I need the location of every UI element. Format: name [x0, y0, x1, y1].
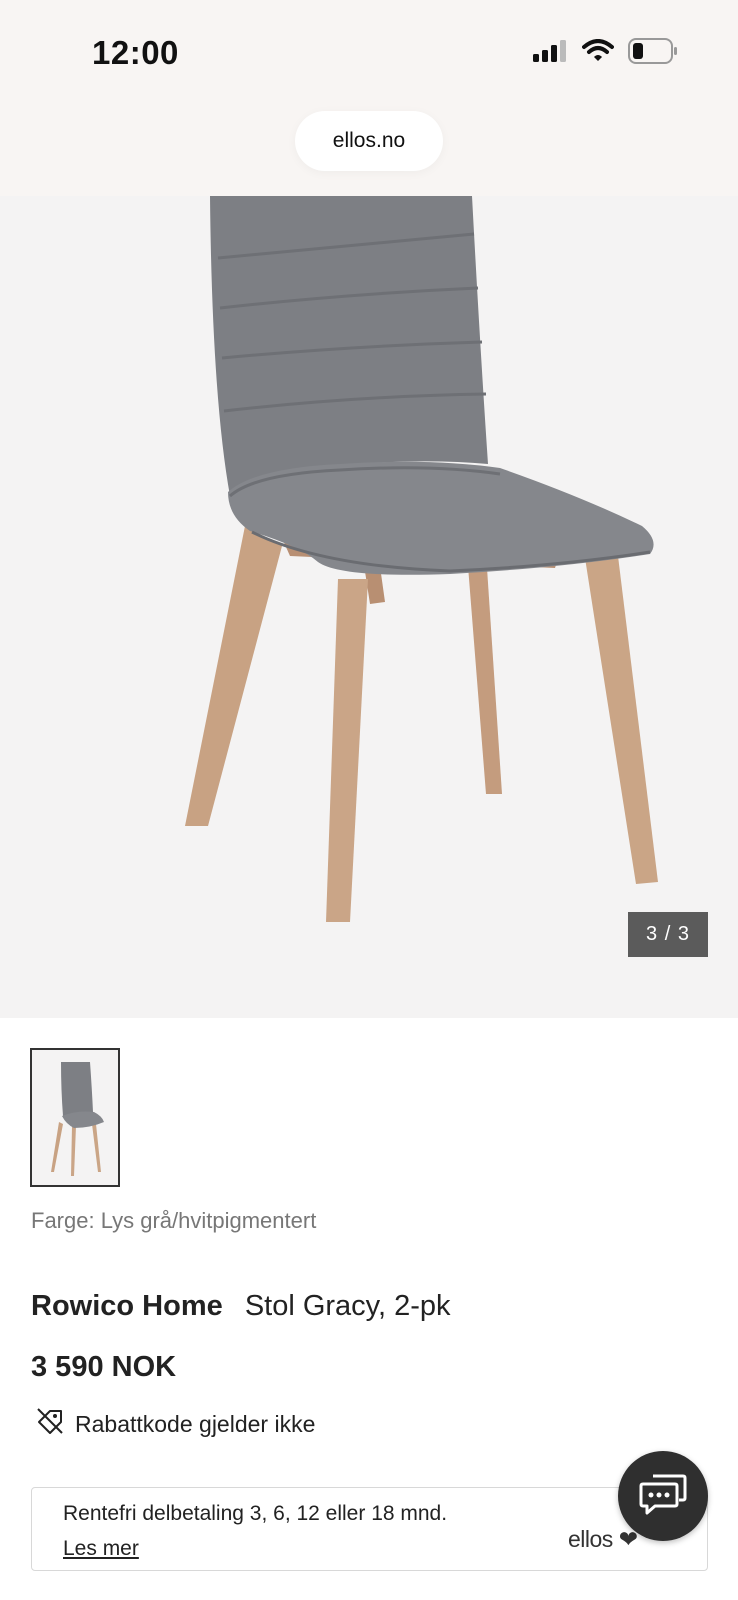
ellos-logo: ellos ❤ [568, 1526, 638, 1552]
chat-button[interactable] [618, 1451, 708, 1541]
color-label: Farge: Lys grå/hvitpigmentert [31, 1208, 317, 1233]
product-image-carousel[interactable]: 3 / 3 [0, 196, 738, 1018]
url-text: ellos.no [332, 129, 406, 152]
chat-bubble-icon [639, 1472, 687, 1521]
wifi-icon [582, 39, 614, 68]
product-brand[interactable]: Rowico Home [31, 1290, 223, 1322]
product-name: Stol Gracy, 2-pk [244, 1290, 451, 1322]
image-counter: 3 / 3 [628, 912, 708, 957]
read-more-link[interactable]: Les mer [63, 1537, 139, 1561]
battery-icon [628, 38, 678, 69]
thumbnail-selected[interactable] [30, 1048, 120, 1187]
chair-thumbnail-image [51, 1062, 104, 1176]
address-bar[interactable]: ellos.no [295, 111, 443, 171]
browser-top-bar: 12:00 ellos.no [0, 0, 738, 196]
chair-image [185, 196, 658, 922]
promo-note: Rabattkode gjelder ikke [35, 1406, 315, 1442]
product-title: Rowico Home Stol Gracy, 2-pk [31, 1290, 451, 1323]
promo-note-text: Rabattkode gjelder ikke [75, 1410, 316, 1437]
cellular-signal-icon [532, 39, 568, 68]
product-price: 3 590 NOK [31, 1351, 177, 1383]
financing-text: Rentefri delbetaling 3, 6, 12 eller 18 m… [63, 1502, 448, 1525]
status-icons [532, 38, 678, 69]
tag-off-icon [35, 1406, 65, 1442]
financing-banner: Rentefri delbetaling 3, 6, 12 eller 18 m… [31, 1487, 708, 1571]
status-time: 12:00 [92, 34, 179, 71]
